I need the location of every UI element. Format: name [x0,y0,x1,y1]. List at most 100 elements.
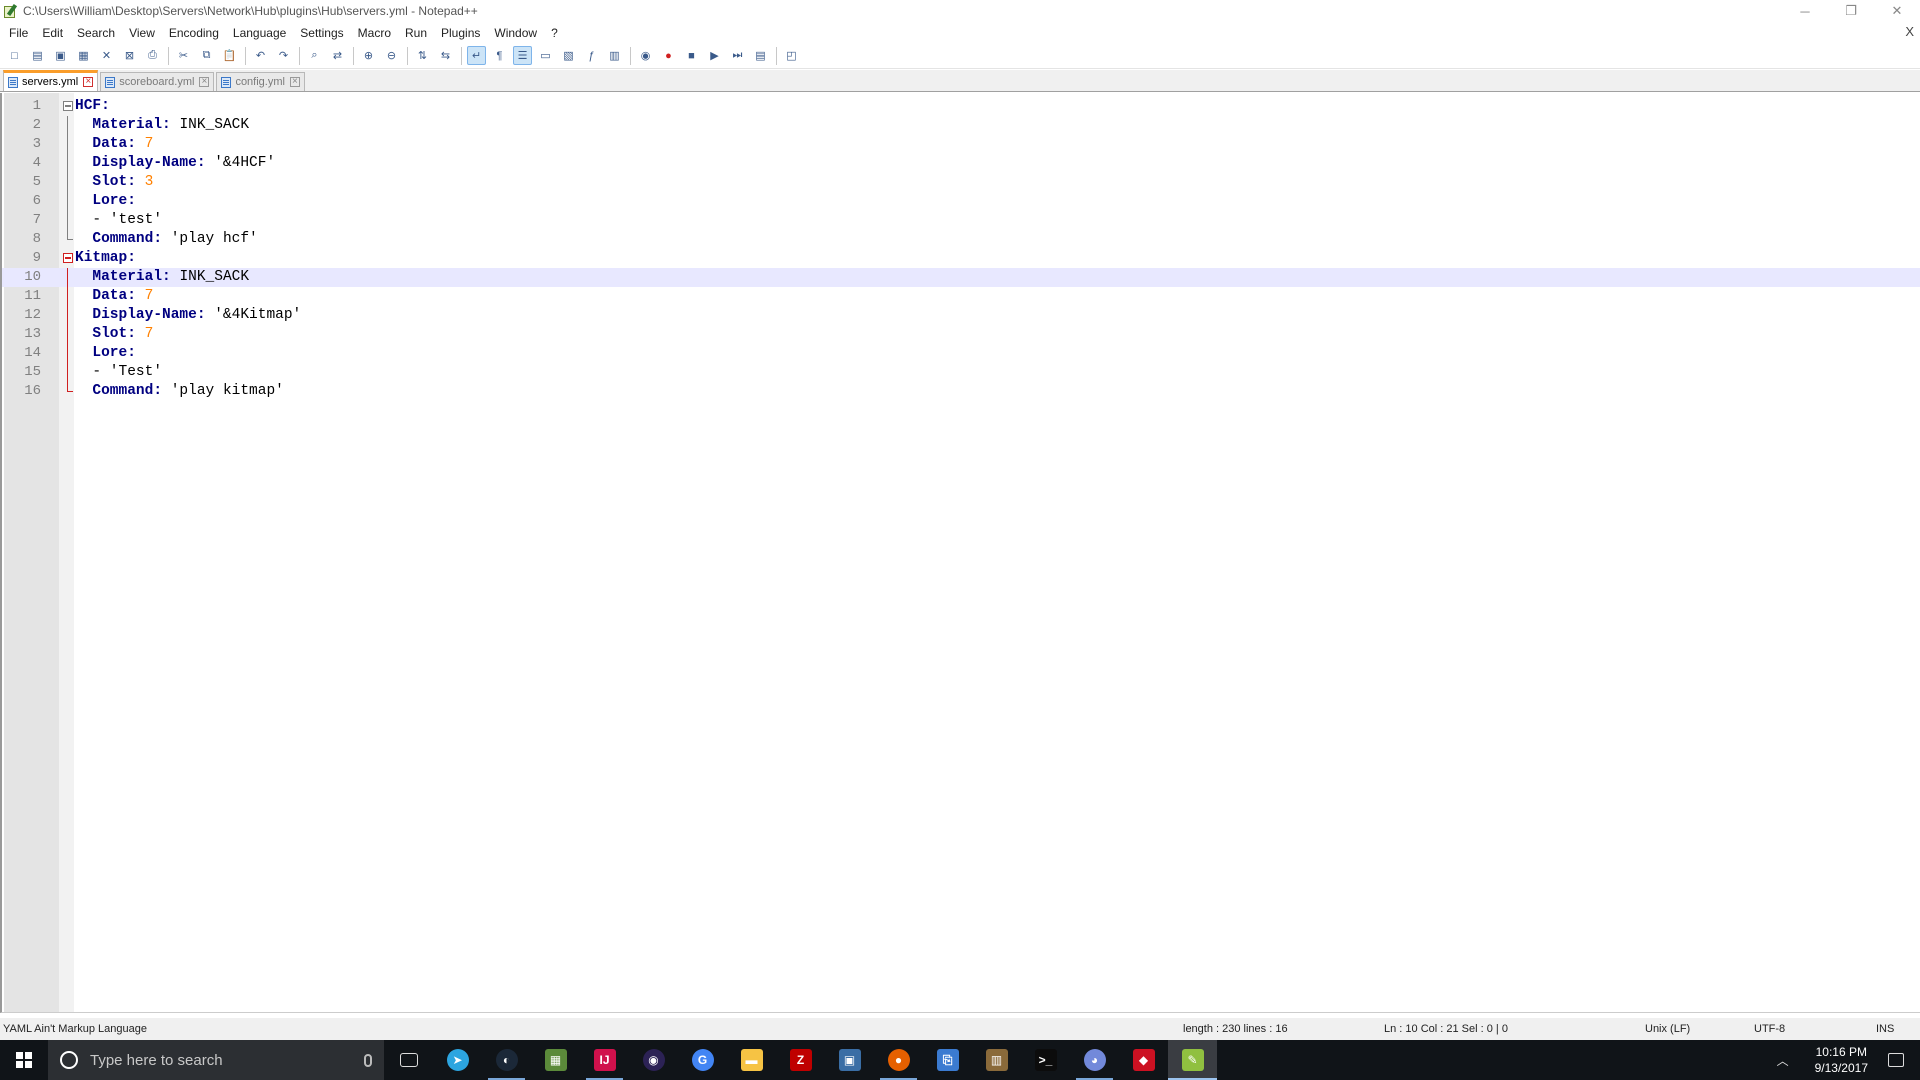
sync-vertical-icon[interactable]: ⇅ [413,46,432,65]
taskbar-app-firefox[interactable]: ● [874,1040,923,1080]
menu-plugins[interactable]: Plugins [434,26,487,40]
taskbar-app-minecraft[interactable]: ▦ [531,1040,580,1080]
taskbar-app-chrome[interactable]: G [678,1040,727,1080]
close-icon[interactable]: ✕ [97,46,116,65]
menu-edit[interactable]: Edit [35,26,70,40]
code-line[interactable]: 8 Command: 'play hcf' [2,230,1920,249]
save-all-icon[interactable]: ▦ [74,46,93,65]
paste-icon[interactable]: 📋 [220,46,239,65]
replace-icon[interactable]: ⇄ [328,46,347,65]
action-center-icon[interactable] [1888,1053,1904,1067]
find-icon[interactable]: ⌕ [305,46,324,65]
microphone-icon[interactable] [364,1053,372,1067]
taskbar-app-file-explorer[interactable]: ▬ [727,1040,776,1080]
tab-close-icon[interactable]: × [199,77,210,87]
close-button[interactable]: ✕ [1874,0,1920,22]
taskbar-app-remote-desktop[interactable]: ▣ [825,1040,874,1080]
taskbar-app-discord[interactable]: ◕ [1070,1040,1119,1080]
menu-encoding[interactable]: Encoding [162,26,226,40]
collapse-icon[interactable] [63,101,73,111]
taskbar-app-package[interactable]: ▥ [972,1040,1021,1080]
editor[interactable]: 1 HCF: 2 Material: INK_SACK 3 Data: 74 Disp… [0,93,1920,1013]
taskbar-app-telegram[interactable]: ➤ [433,1040,482,1080]
taskbar-app-task-view[interactable] [384,1040,433,1080]
taskbar-app-terminal[interactable]: >_ [1021,1040,1070,1080]
tab-scoreboard-yml[interactable]: scoreboard.yml × [100,72,215,91]
zoom-out-icon[interactable]: ⊖ [382,46,401,65]
fold-marker[interactable] [61,249,74,268]
code-line[interactable]: 3 Data: 7 [2,135,1920,154]
cut-icon[interactable]: ✂ [174,46,193,65]
code-line[interactable]: 12 Display-Name: '&4Kitmap' [2,306,1920,325]
tab-close-icon[interactable]: × [289,77,300,87]
word-wrap-icon[interactable]: ↵ [467,46,486,65]
code-line[interactable]: 15 - 'Test' [2,363,1920,382]
collapse-icon[interactable] [63,253,73,263]
menu-run[interactable]: Run [398,26,434,40]
code-line[interactable]: 9 Kitmap: [2,249,1920,268]
monitoring-icon[interactable]: ◉ [636,46,655,65]
taskbar-app-notepadpp[interactable]: ✎ [1168,1040,1217,1080]
user-lang-icon[interactable]: ▭ [536,46,555,65]
taskbar-app-ruby[interactable]: ◆ [1119,1040,1168,1080]
playback-icon[interactable]: ▶ [705,46,724,65]
menu-language[interactable]: Language [226,26,293,40]
clock[interactable]: 10:16 PM 9/13/2017 [1815,1044,1868,1076]
record-macro-icon[interactable]: ● [659,46,678,65]
show-all-chars-icon[interactable]: ¶ [490,46,509,65]
print-icon[interactable]: ⎙ [143,46,162,65]
code-line[interactable]: 11 Data: 7 [2,287,1920,306]
code-line[interactable]: 16 Command: 'play kitmap' [2,382,1920,401]
minimize-button[interactable]: ─ [1782,0,1828,22]
menu-window[interactable]: Window [487,26,544,40]
indent-guide-icon[interactable]: ☰ [513,46,532,65]
open-file-icon[interactable]: ▤ [28,46,47,65]
code-line[interactable]: 14 Lore: [2,344,1920,363]
code-line[interactable]: 6 Lore: [2,192,1920,211]
stop-record-icon[interactable]: ■ [682,46,701,65]
show-hidden-icons-chevron-icon[interactable]: ︿ [1777,1052,1789,1069]
code-line[interactable]: 10 Material: INK_SACK [2,268,1920,287]
menu-view[interactable]: View [122,26,162,40]
save-icon[interactable]: ▣ [51,46,70,65]
status-mode[interactable]: INS [1876,1023,1894,1035]
code-line[interactable]: 13 Slot: 7 [2,325,1920,344]
menu-settings[interactable]: Settings [293,26,350,40]
menu-macro[interactable]: Macro [351,26,398,40]
menu-file[interactable]: File [2,26,35,40]
code-line[interactable]: 4 Display-Name: '&4HCF' [2,154,1920,173]
taskbar-app-filezilla[interactable]: Z [776,1040,825,1080]
fold-marker[interactable] [61,97,74,116]
save-macro-icon[interactable]: ▤ [751,46,770,65]
taskbar-app-eclipse[interactable]: ◉ [629,1040,678,1080]
zoom-in-icon[interactable]: ⊕ [359,46,378,65]
sync-horizontal-icon[interactable]: ⇆ [436,46,455,65]
code-line[interactable]: 2 Material: INK_SACK [2,116,1920,135]
status-eol[interactable]: Unix (LF) [1645,1023,1690,1035]
taskbar-app-steam[interactable]: ◐ [482,1040,531,1080]
redo-icon[interactable]: ↷ [274,46,293,65]
restore-button[interactable]: ❐ [1828,0,1874,22]
menu-help[interactable]: ? [544,26,565,40]
status-encoding[interactable]: UTF-8 [1754,1023,1785,1035]
copy-icon[interactable]: ⧉ [197,46,216,65]
tab-close-icon[interactable]: × [83,77,94,87]
folder-workspace-icon[interactable]: ▥ [605,46,624,65]
close-all-icon[interactable]: ⊠ [120,46,139,65]
menu-search[interactable]: Search [70,26,122,40]
undo-icon[interactable]: ↶ [251,46,270,65]
close-document-button[interactable]: X [1905,24,1914,39]
taskbar-app-intellij[interactable]: IJ [580,1040,629,1080]
new-file-icon[interactable]: □ [5,46,24,65]
launch-browser-icon[interactable]: ◰ [782,46,801,65]
code-line[interactable]: 7 - 'test' [2,211,1920,230]
code-line[interactable]: 1 HCF: [2,97,1920,116]
notepadpp-app-icon[interactable] [3,3,18,18]
tab-servers-yml[interactable]: servers.yml × [3,70,99,91]
start-button[interactable] [0,1040,48,1080]
doc-map-icon[interactable]: ▧ [559,46,578,65]
function-list-icon[interactable]: ƒ [582,46,601,65]
run-macro-multiple-icon[interactable]: ⏭ [728,46,747,65]
taskbar-search[interactable]: Type here to search [48,1040,384,1080]
code-area[interactable]: 1 HCF: 2 Material: INK_SACK 3 Data: 74 Disp… [2,97,1920,401]
